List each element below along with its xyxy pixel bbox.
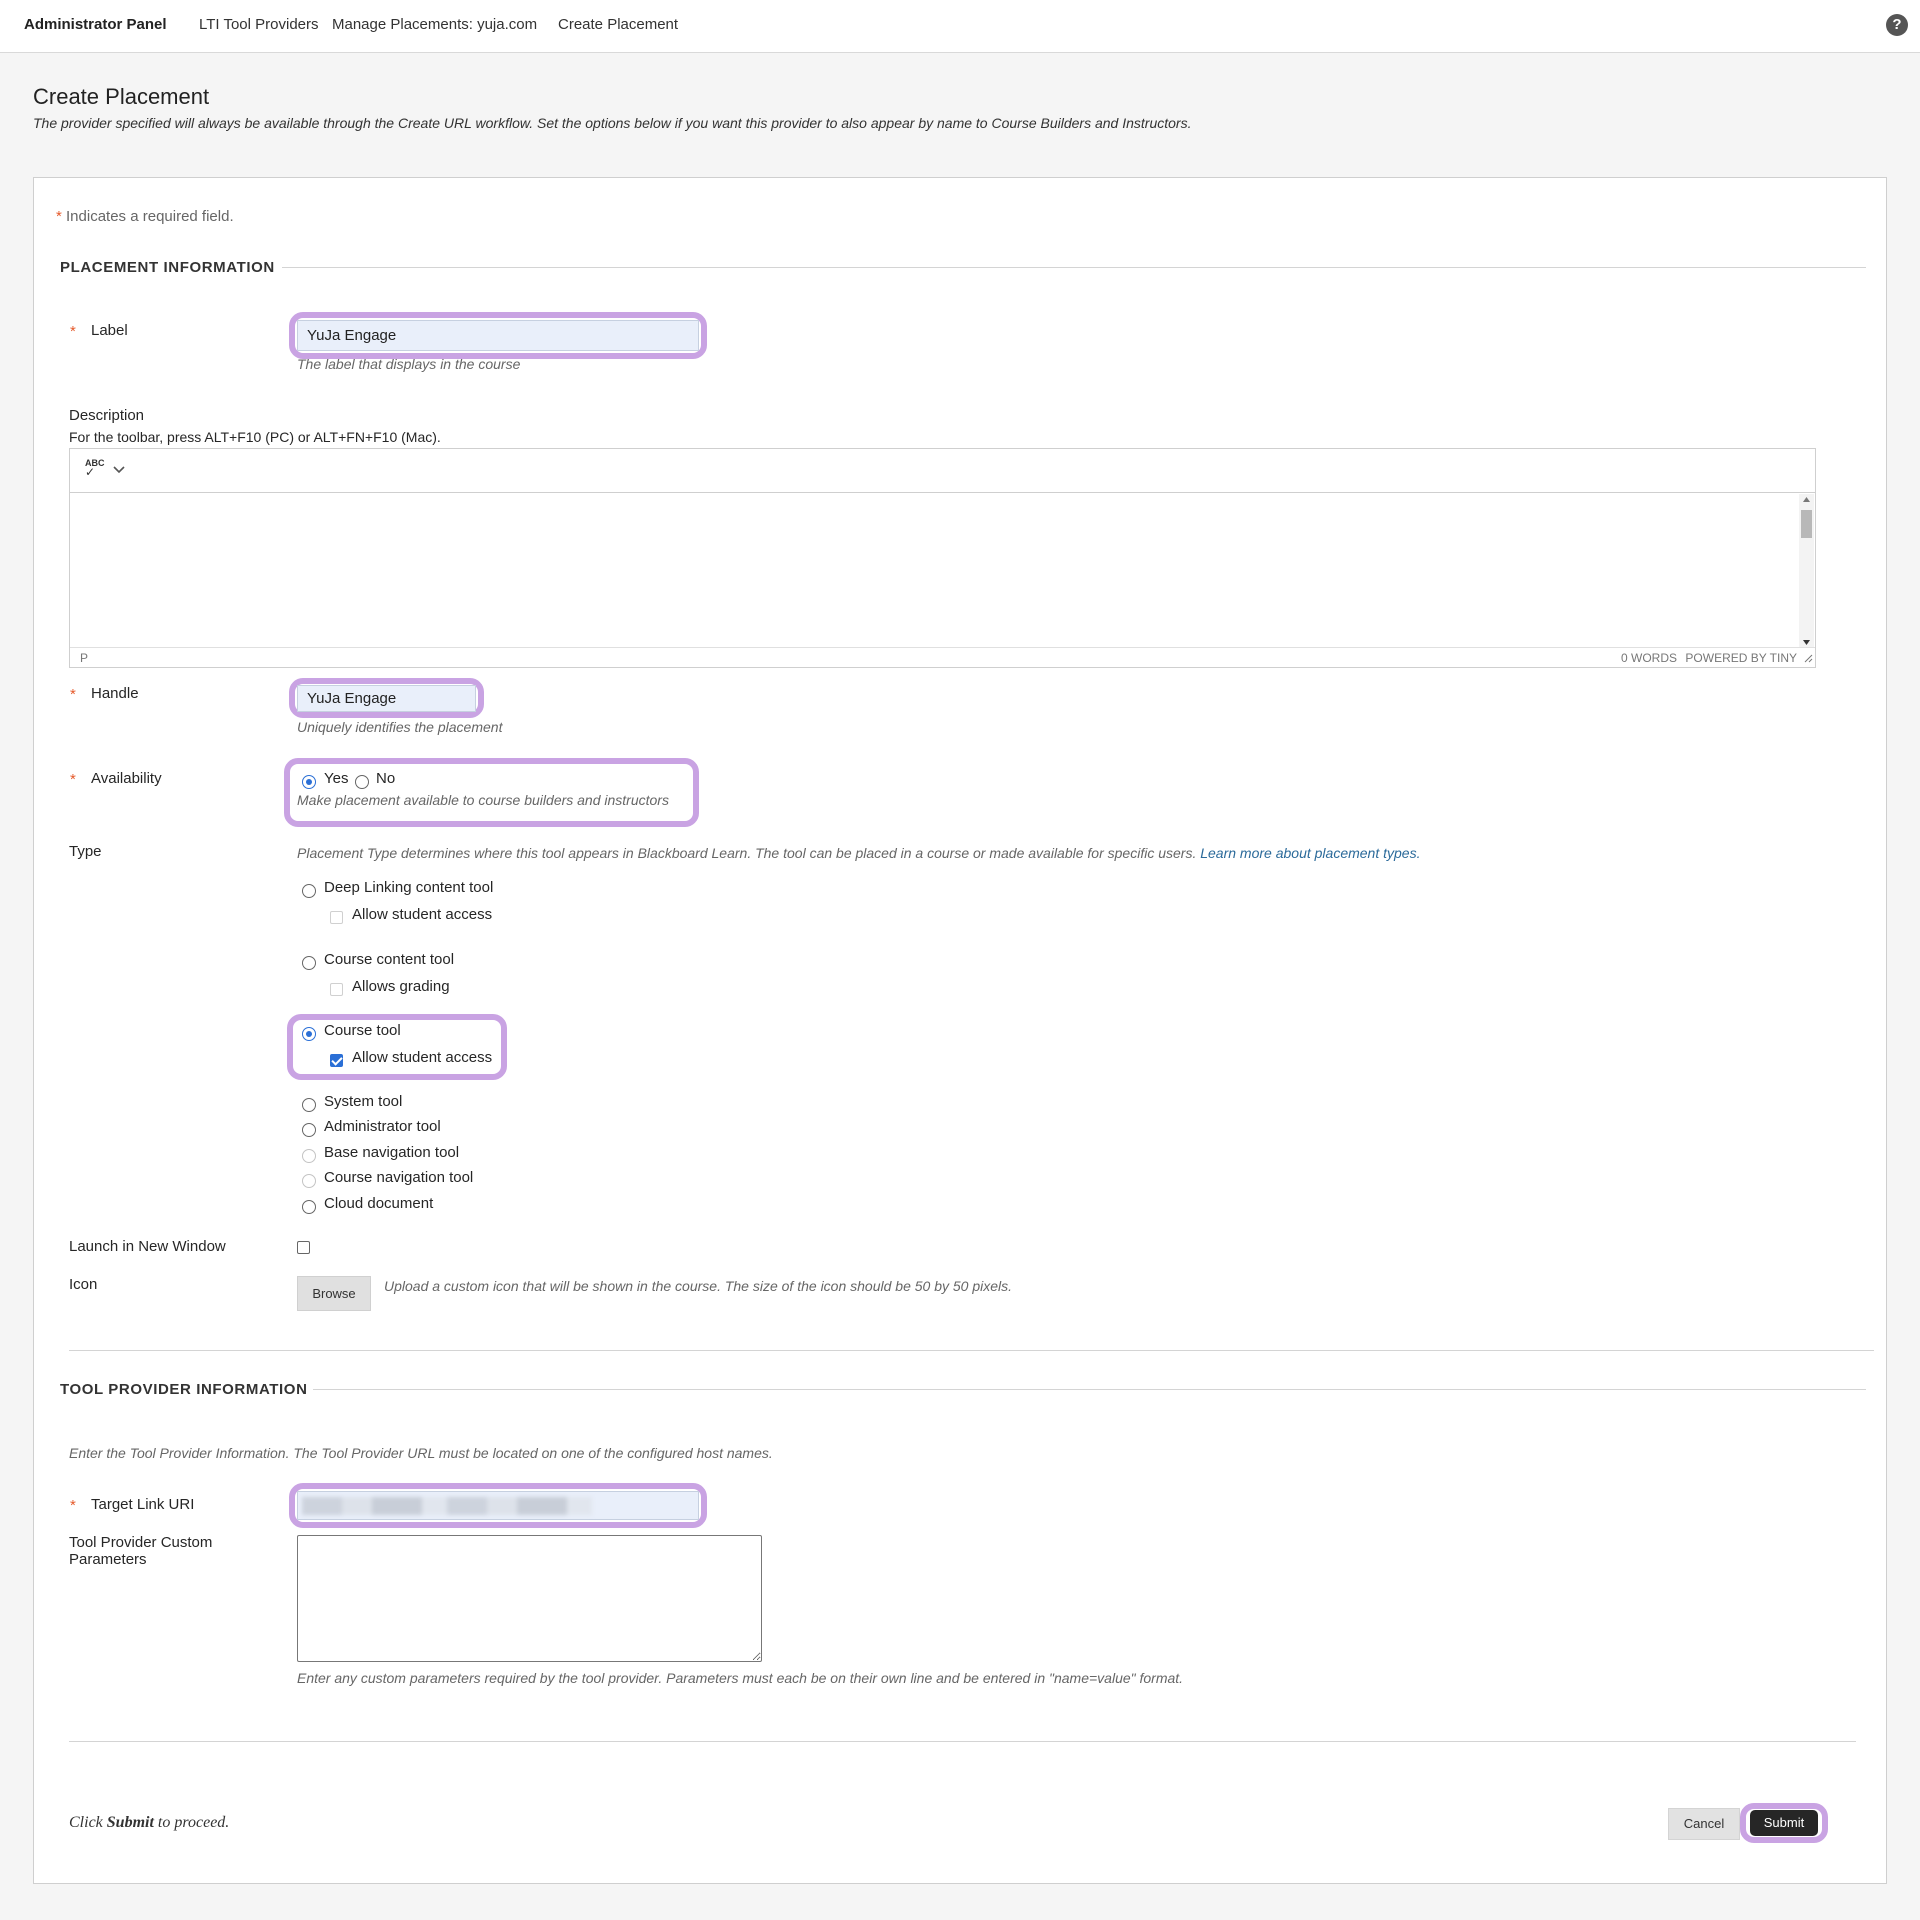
submit-button[interactable]: Submit	[1750, 1810, 1818, 1836]
course-navigation-tool-label[interactable]: Course navigation tool	[324, 1169, 473, 1186]
course-content-label[interactable]: Course content tool	[324, 951, 454, 968]
resize-handle-icon[interactable]	[1804, 654, 1813, 663]
section-divider	[69, 1741, 1856, 1742]
breadcrumb-lti-tool-providers[interactable]: LTI Tool Providers	[199, 16, 319, 33]
handle-input[interactable]	[297, 685, 476, 712]
breadcrumb: Administrator Panel LTI Tool Providers M…	[0, 0, 1920, 53]
label-input[interactable]	[297, 320, 699, 351]
required-star: *	[70, 323, 76, 340]
availability-label: Availability	[91, 770, 162, 787]
editor-toolbar: ABC ✓	[70, 449, 1815, 493]
course-tool-label[interactable]: Course tool	[324, 1022, 401, 1039]
editor-path: P	[80, 651, 89, 665]
cancel-button[interactable]: Cancel	[1668, 1808, 1740, 1840]
deep-linking-student-access-label: Allow student access	[352, 906, 493, 923]
breadcrumb-create-placement: Create Placement	[558, 16, 679, 33]
proceed-instruction: Click Submit to proceed.	[69, 1814, 230, 1831]
course-content-radio[interactable]	[302, 956, 316, 970]
required-note-text: Indicates a required field.	[66, 208, 234, 225]
allows-grading-checkbox[interactable]	[330, 983, 343, 996]
course-navigation-tool-radio[interactable]	[302, 1174, 316, 1188]
base-navigation-tool-label[interactable]: Base navigation tool	[324, 1144, 459, 1161]
course-tool-student-access-checkbox[interactable]	[330, 1054, 343, 1067]
breadcrumb-manage-placements[interactable]: Manage Placements: yuja.com	[332, 16, 537, 33]
browse-button[interactable]: Browse	[297, 1276, 371, 1311]
base-navigation-tool-radio[interactable]	[302, 1149, 316, 1163]
availability-no-label[interactable]: No	[376, 770, 395, 787]
type-hint: Placement Type determines where this too…	[297, 845, 1421, 861]
page-subtitle: The provider specified will always be av…	[33, 115, 1192, 131]
allows-grading-label: Allows grading	[352, 978, 450, 995]
availability-yes-radio[interactable]	[302, 775, 316, 789]
custom-params-textarea[interactable]	[297, 1535, 762, 1662]
availability-yes-label[interactable]: Yes	[324, 770, 348, 787]
description-label: Description	[69, 407, 145, 424]
chevron-down-icon[interactable]	[113, 466, 125, 474]
deep-linking-radio[interactable]	[302, 884, 316, 898]
icon-label: Icon	[69, 1276, 98, 1293]
target-link-label: Target Link URI	[91, 1496, 195, 1513]
course-tool-student-access-label[interactable]: Allow student access	[352, 1049, 492, 1066]
create-placement-form: * Indicates a required field. PLACEMENT …	[33, 177, 1887, 1884]
scrollbar-thumb[interactable]	[1801, 510, 1812, 538]
label-hint: The label that displays in the course	[297, 356, 521, 372]
cloud-document-radio[interactable]	[302, 1200, 316, 1214]
cloud-document-label[interactable]: Cloud document	[324, 1195, 433, 1212]
section-divider	[69, 1350, 1874, 1351]
course-tool-radio[interactable]	[302, 1027, 316, 1041]
description-toolbar-hint: For the toolbar, press ALT+F10 (PC) or A…	[69, 429, 441, 445]
administrator-tool-label[interactable]: Administrator tool	[324, 1118, 441, 1135]
administrator-tool-radio[interactable]	[302, 1123, 316, 1137]
availability-no-radio[interactable]	[355, 775, 369, 789]
required-note: * Indicates a required field.	[56, 208, 234, 225]
icon-hint: Upload a custom icon that will be shown …	[384, 1278, 1013, 1294]
description-editor[interactable]: ABC ✓ P 0 WORDS POWERED BY TINY	[69, 448, 1816, 668]
deep-linking-student-access-checkbox[interactable]	[330, 911, 343, 924]
learn-more-placement-types-link[interactable]: Learn more about placement types.	[1200, 845, 1420, 861]
handle-label: Handle	[91, 685, 139, 702]
tool-provider-information-heading: TOOL PROVIDER INFORMATION	[60, 1381, 308, 1398]
placement-information-heading: PLACEMENT INFORMATION	[60, 259, 275, 276]
section-divider	[282, 267, 1866, 268]
editor-statusbar: P 0 WORDS POWERED BY TINY	[70, 647, 1815, 667]
label-field-label: Label	[91, 322, 128, 339]
help-icon[interactable]: ?	[1886, 14, 1908, 36]
scroll-down-icon[interactable]	[1803, 640, 1810, 645]
spellcheck-icon[interactable]: ABC ✓	[85, 459, 105, 479]
required-star: *	[70, 771, 76, 788]
required-star: *	[70, 1497, 76, 1514]
handle-hint: Uniquely identifies the placement	[297, 719, 503, 735]
section-divider	[313, 1389, 1866, 1390]
availability-hint: Make placement available to course build…	[297, 792, 669, 808]
required-star: *	[70, 686, 76, 703]
launch-new-window-checkbox[interactable]	[297, 1241, 310, 1254]
system-tool-radio[interactable]	[302, 1098, 316, 1112]
type-label: Type	[69, 843, 102, 860]
custom-params-hint: Enter any custom parameters required by …	[297, 1670, 1184, 1686]
powered-by-tiny[interactable]: POWERED BY TINY	[1685, 651, 1797, 665]
editor-scrollbar[interactable]	[1799, 494, 1814, 648]
required-star: *	[56, 208, 62, 225]
scroll-up-icon[interactable]	[1803, 497, 1810, 502]
tool-provider-intro: Enter the Tool Provider Information. The…	[69, 1445, 773, 1461]
redacted-url	[302, 1497, 592, 1515]
launch-new-window-label: Launch in New Window	[69, 1238, 226, 1255]
deep-linking-label[interactable]: Deep Linking content tool	[324, 879, 493, 896]
custom-params-label: Tool Provider Custom Parameters	[69, 1534, 213, 1568]
system-tool-label[interactable]: System tool	[324, 1093, 402, 1110]
word-count: 0 WORDS	[1620, 651, 1677, 665]
breadcrumb-administrator-panel[interactable]: Administrator Panel	[24, 16, 167, 33]
page-title: Create Placement	[33, 84, 210, 109]
